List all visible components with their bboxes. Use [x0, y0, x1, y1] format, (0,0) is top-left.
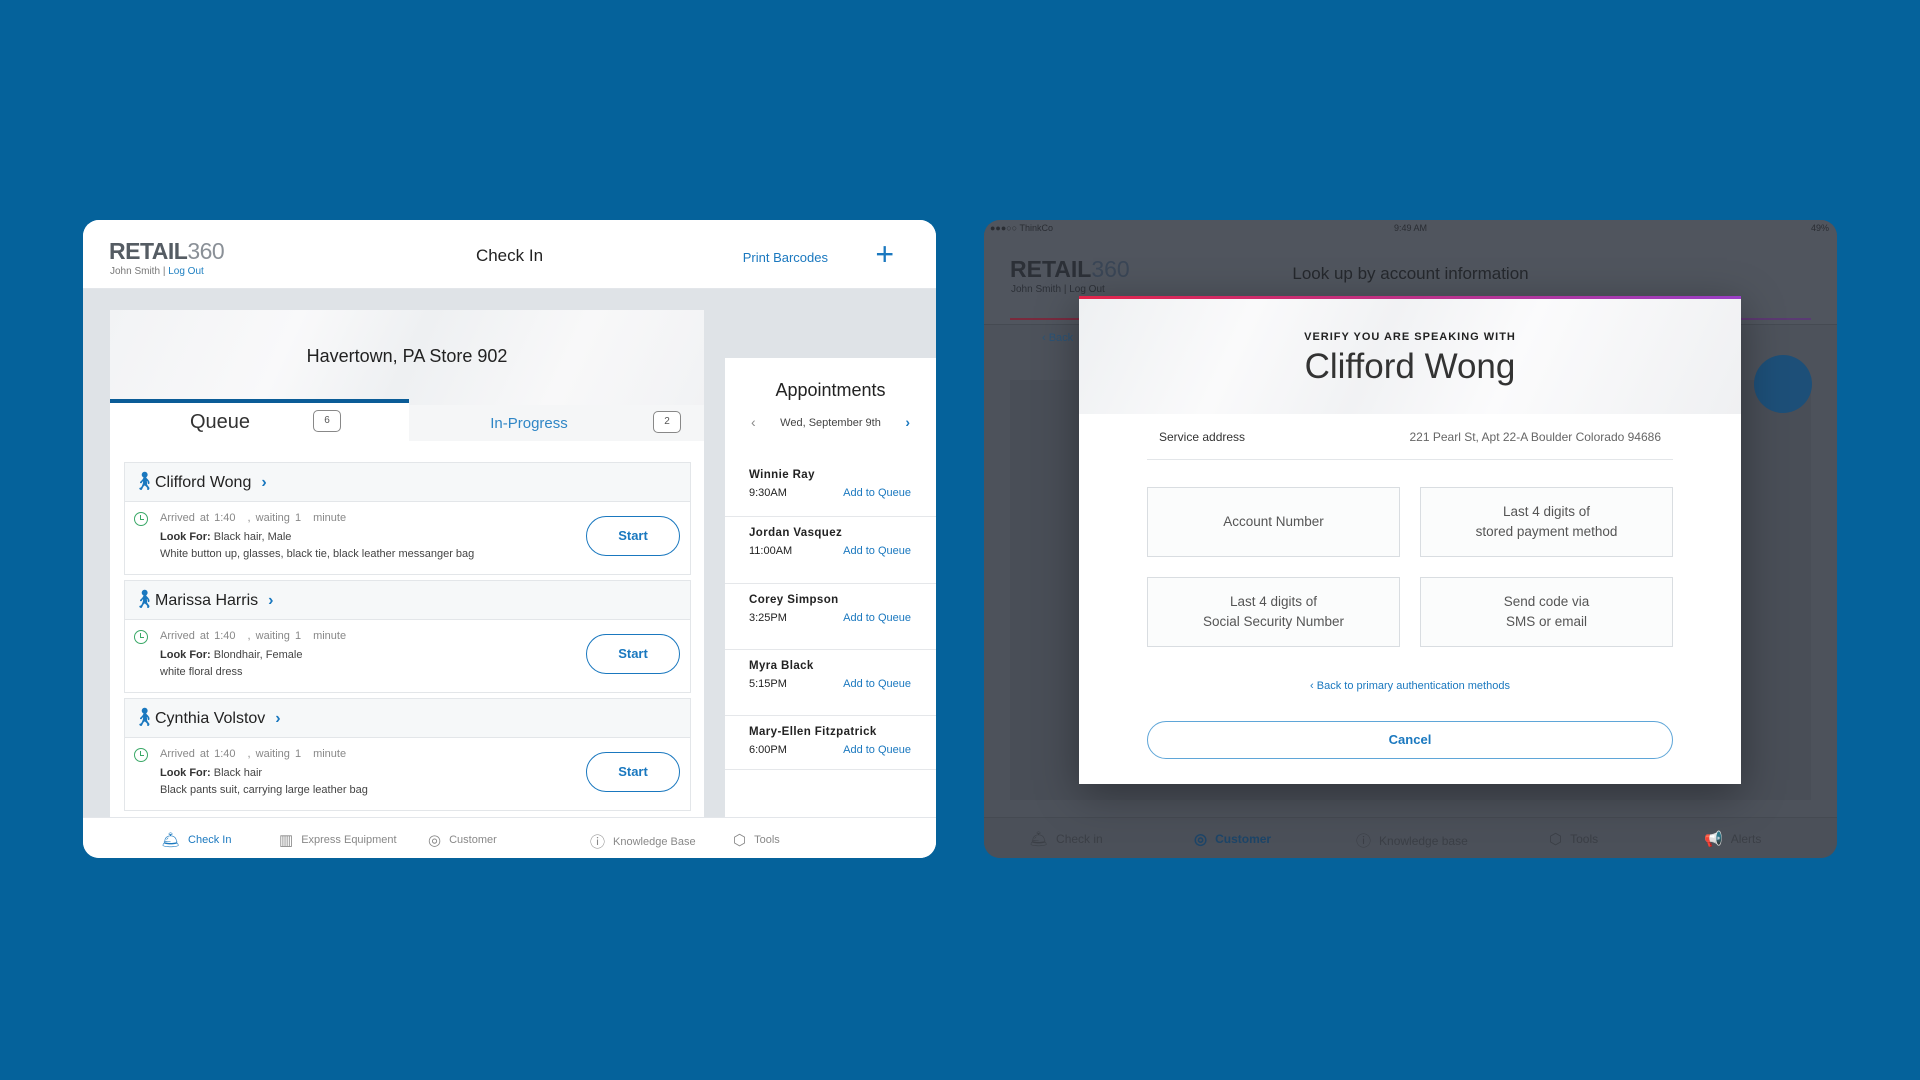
main: Havertown, PA Store 902 Queue 6 In-Progre…	[83, 289, 936, 858]
question-icon: ⓘ	[590, 834, 606, 851]
description: Black pants suit, carrying large leather…	[160, 784, 368, 796]
start-button[interactable]: Start	[586, 516, 680, 556]
description: White button up, glasses, black tie, bla…	[160, 548, 475, 560]
plus-icon[interactable]: +	[875, 238, 894, 270]
arrival-info: Arrived at 1:40, waiting 1 minute	[160, 512, 347, 524]
appointments-date: Wed, September 9th	[780, 417, 881, 429]
option-payment-method[interactable]: Last 4 digits of stored payment method	[1420, 487, 1673, 557]
chevron-right-icon[interactable]: ›	[268, 592, 273, 609]
add-to-queue-link[interactable]: Add to Queue	[843, 487, 911, 499]
bottom-nav: 🛎 Check In ▥ Express Equipment ◎ Customer ⓘ Kno…	[83, 817, 936, 858]
lookup-screen: ●●●○○ ThinkCo 9:49 AM 49% RETAIL360 John…	[984, 220, 1837, 858]
modal-eyebrow: VERIFY YOU ARE SPEAKING WITH	[1304, 331, 1516, 343]
option-account-number[interactable]: Account Number	[1147, 487, 1400, 557]
status-battery: 49%	[1810, 223, 1829, 233]
logout-link[interactable]: Log Out	[1069, 284, 1105, 295]
start-button[interactable]: Start	[586, 634, 680, 674]
tab-queue[interactable]: Queue 6	[110, 399, 409, 441]
chevron-left-icon[interactable]: ‹	[751, 414, 756, 430]
header: RETAIL360 John Smith | Log Out Check In …	[83, 220, 936, 289]
queue-item: 🚶︎ Marissa Harris › Arrived at 1:40, waiti…	[124, 580, 691, 693]
in-progress-count-badge: 2	[653, 411, 681, 433]
look-for: Look For: Black hair, Male	[160, 531, 292, 543]
appointment-item: Corey Simpson 3:25PM Add to Queue	[725, 594, 936, 650]
appointment-item: Jordan Vasquez 11:00AM Add to Queue	[725, 527, 936, 584]
hexagon-icon: ⬡	[733, 832, 747, 849]
customer-name: Marissa Harris	[155, 592, 259, 609]
add-to-queue-link[interactable]: Add to Queue	[843, 744, 911, 756]
chevron-right-icon[interactable]: ›	[905, 414, 910, 430]
queue-item-header[interactable]: 🚶︎ Clifford Wong ›	[125, 463, 690, 502]
nav-item-alerts[interactable]: 📢 Alerts	[1704, 830, 1761, 848]
action-button[interactable]	[1754, 355, 1812, 413]
appointments-title: Appointments	[775, 380, 886, 400]
customer-name: Clifford Wong	[155, 474, 252, 491]
option-send-code[interactable]: Send code via SMS or email	[1420, 577, 1673, 647]
clock-icon	[134, 512, 148, 526]
walking-person-icon: 🚶︎	[133, 471, 156, 491]
customer-name: Cynthia Volstov	[155, 710, 266, 727]
nav-item-check-in[interactable]: 🛎 Check In	[161, 831, 231, 849]
clock-icon	[134, 748, 148, 762]
user-info: John Smith | Log Out	[1011, 284, 1105, 295]
nav-item-tools[interactable]: ⬡ Tools	[733, 831, 780, 849]
description: white floral dress	[160, 666, 243, 678]
barcode-icon: ▥	[279, 832, 294, 849]
page-title: Look up by account information	[1292, 264, 1529, 283]
bell-icon: 🛎	[1029, 831, 1049, 848]
megaphone-icon: 📢	[1704, 831, 1723, 848]
bottom-nav: 🛎 Check in ◎ Customer ⓘ Knowledge base ⬡ Tools 📢…	[984, 817, 1837, 858]
chevron-right-icon[interactable]: ›	[275, 710, 280, 727]
checkin-screen: RETAIL360 John Smith | Log Out Check In …	[83, 220, 936, 858]
tab-in-progress[interactable]: In-Progress 2	[409, 405, 704, 441]
nav-item-knowledge-base[interactable]: ⓘ Knowledge Base	[590, 831, 696, 852]
queue-item: 🚶︎ Clifford Wong › Arrived at 1:40, waitin…	[124, 462, 691, 575]
queue-item-header[interactable]: 🚶︎ Marissa Harris ›	[125, 581, 690, 620]
arrival-info: Arrived at 1:40, waiting 1 minute	[160, 748, 347, 760]
appointment-item: Mary-Ellen Fitzpatrick 6:00PM Add to Queue	[725, 726, 936, 770]
user-info: John Smith | Log Out	[110, 266, 204, 277]
back-to-primary-link[interactable]: ‹ Back to primary authentication methods	[1079, 680, 1741, 692]
add-to-queue-link[interactable]: Add to Queue	[843, 612, 911, 624]
cancel-button[interactable]: Cancel	[1147, 721, 1673, 759]
nav-item-customer[interactable]: ◎ Customer	[428, 831, 497, 849]
nav-item-check-in[interactable]: 🛎 Check in	[1029, 830, 1103, 848]
queue-card: Havertown, PA Store 902 Queue 6 In-Progre…	[110, 310, 704, 820]
service-address-row: Service address 221 Pearl St, Apt 22-A Bo…	[1147, 424, 1673, 460]
status-time: 9:49 AM	[1393, 223, 1428, 233]
logout-link[interactable]: Log Out	[168, 266, 204, 277]
user-icon: ◎	[428, 832, 442, 849]
print-barcodes-button[interactable]: Print Barcodes	[743, 250, 828, 265]
nav-item-customer[interactable]: ◎ Customer	[1194, 830, 1271, 848]
back-link[interactable]: ‹ Back	[1042, 332, 1073, 344]
start-button[interactable]: Start	[586, 752, 680, 792]
appointment-item: Myra Black 5:15PM Add to Queue	[725, 660, 936, 716]
walking-person-icon: 🚶︎	[133, 589, 156, 609]
clock-icon	[134, 630, 148, 644]
look-for: Look For: Black hair	[160, 767, 263, 779]
look-for: Look For: Blondhair, Female	[160, 649, 303, 661]
hexagon-icon: ⬡	[1549, 831, 1563, 848]
option-ssn[interactable]: Last 4 digits of Social Security Number	[1147, 577, 1400, 647]
add-to-queue-link[interactable]: Add to Queue	[843, 545, 911, 557]
queue-item: 🚶︎ Cynthia Volstov › Arrived at 1:40, wait…	[124, 698, 691, 811]
bell-icon: 🛎	[161, 832, 181, 849]
walking-person-icon: 🚶︎	[133, 707, 156, 727]
appointments-panel: Appointments ‹ Wed, September 9th › Winnie…	[725, 358, 936, 858]
question-icon: ⓘ	[1356, 833, 1372, 850]
store-name: Havertown, PA Store 902	[306, 346, 508, 366]
nav-item-express-equipment[interactable]: ▥ Express Equipment	[279, 831, 397, 849]
add-to-queue-link[interactable]: Add to Queue	[843, 678, 911, 690]
queue-item-header[interactable]: 🚶︎ Cynthia Volstov ›	[125, 699, 690, 738]
nav-item-knowledge-base[interactable]: ⓘ Knowledge base	[1356, 830, 1468, 851]
user-icon: ◎	[1194, 831, 1208, 848]
nav-item-tools[interactable]: ⬡ Tools	[1549, 830, 1598, 848]
appointment-item: Winnie Ray 9:30AM Add to Queue	[725, 469, 936, 517]
customer-name: Clifford Wong	[1304, 347, 1516, 386]
arrival-info: Arrived at 1:40, waiting 1 minute	[160, 630, 347, 642]
chevron-right-icon[interactable]: ›	[261, 474, 266, 491]
queue-count-badge: 6	[313, 410, 341, 432]
verify-modal: VERIFY YOU ARE SPEAKING WITH Clifford Wo…	[1079, 296, 1741, 784]
